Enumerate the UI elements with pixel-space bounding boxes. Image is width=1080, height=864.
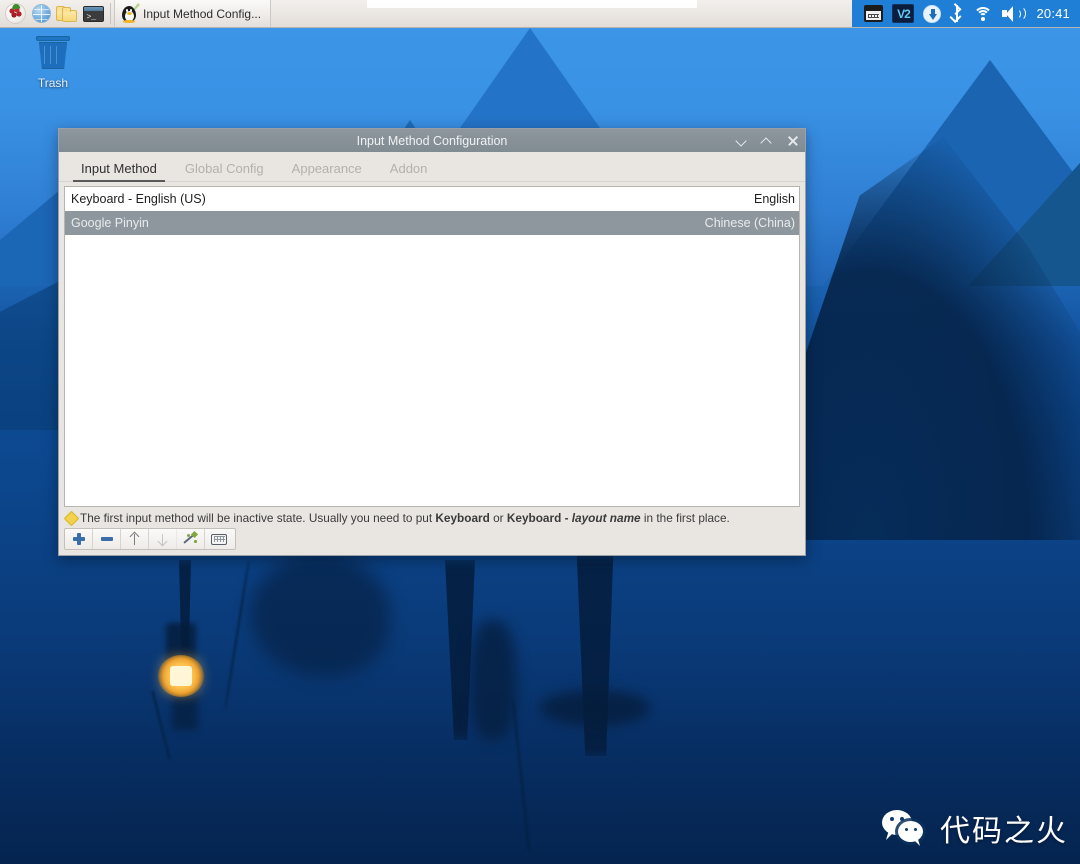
input-method-list[interactable]: Keyboard - English (US) English Google P… <box>64 186 800 507</box>
web-browser-launcher[interactable] <box>30 3 52 25</box>
globe-icon <box>32 4 51 23</box>
hint-row: The first input method will be inactive … <box>64 507 800 528</box>
hint-text: The first input method will be inactive … <box>80 511 730 525</box>
input-method-name: Google Pinyin <box>71 216 149 230</box>
water-reflection <box>470 620 516 740</box>
vnc-icon: V2 <box>892 4 914 23</box>
window-titlebar[interactable]: Input Method Configuration <box>59 129 805 152</box>
taskbar-window-button-label: Input Method Config... <box>143 7 261 21</box>
add-input-method-button[interactable] <box>65 529 93 549</box>
file-manager-launcher[interactable] <box>56 3 78 25</box>
input-method-language: Chinese (China) <box>705 216 795 230</box>
taskbar-separator <box>110 3 111 24</box>
close-button[interactable] <box>786 134 799 147</box>
download-icon <box>923 5 941 23</box>
hint-text-segment: layout name <box>572 511 641 525</box>
plus-icon <box>73 533 85 545</box>
window-title: Input Method Configuration <box>59 134 805 148</box>
chevron-up-icon <box>760 137 771 148</box>
keyboard-icon <box>211 534 227 545</box>
updater-tray-button[interactable] <box>923 5 941 23</box>
input-method-configuration-window: Input Method Configuration Input Method … <box>58 128 806 556</box>
clock[interactable]: 20:41 <box>1032 6 1070 21</box>
hint-text-segment: in the first place. <box>641 511 730 525</box>
arrow-down-icon <box>157 532 169 546</box>
wifi-icon <box>973 5 993 22</box>
calendar-keyboard-icon <box>864 5 883 22</box>
terminal-icon: >_ <box>83 6 104 22</box>
vnc-server-tray-button[interactable]: V2 <box>892 4 914 23</box>
folders-icon <box>56 5 78 23</box>
magic-wand-icon <box>183 532 198 546</box>
wifi-tray-button[interactable] <box>973 5 993 22</box>
volume-tray-button[interactable] <box>1002 5 1023 22</box>
desktop-icon-label: Trash <box>20 76 86 90</box>
input-method-name: Keyboard - English (US) <box>71 192 206 206</box>
system-tray: V2 20:41 <box>852 0 1080 27</box>
tab-input-method[interactable]: Input Method <box>67 158 171 181</box>
chevron-down-icon <box>735 135 746 146</box>
bluetooth-tray-button[interactable] <box>950 4 964 23</box>
taskbar-launchers: >_ <box>0 0 107 27</box>
minus-icon <box>101 537 113 541</box>
tab-appearance[interactable]: Appearance <box>278 158 376 181</box>
bluetooth-icon <box>950 4 964 23</box>
terminal-prompt-text: >_ <box>87 14 97 22</box>
onboard-keyboard-tray-button[interactable] <box>864 5 883 22</box>
tab-bar: Input Method Global Config Appearance Ad… <box>59 152 805 182</box>
taskbar-highlight-strip <box>367 0 697 8</box>
list-toolbar <box>64 528 236 550</box>
taskbar: >_ Input Method Config... V2 <box>0 0 1080 28</box>
tab-global-config[interactable]: Global Config <box>171 158 278 181</box>
taskbar-window-button-input-method-config[interactable]: Input Method Config... <box>114 0 271 27</box>
hint-text-segment: Keyboard - <box>507 511 572 525</box>
lantern-light <box>170 666 192 686</box>
list-item[interactable]: Google Pinyin Chinese (China) <box>65 211 799 235</box>
list-item[interactable]: Keyboard - English (US) English <box>65 187 799 211</box>
water-reflection <box>540 690 650 726</box>
water-reflection <box>250 556 390 676</box>
tab-addon[interactable]: Addon <box>376 158 442 181</box>
move-down-button <box>149 529 177 549</box>
minimize-button[interactable] <box>736 134 749 147</box>
hint-text-segment: Keyboard <box>435 511 489 525</box>
taskbar-empty-area[interactable] <box>271 0 852 27</box>
arrow-up-icon <box>129 532 141 546</box>
hint-text-segment: The first input method will be inactive … <box>80 511 435 525</box>
warning-diamond-icon <box>64 510 80 526</box>
desktop-icon-trash[interactable]: Trash <box>20 34 86 90</box>
window-controls <box>736 129 799 152</box>
dialog-body: Keyboard - English (US) English Google P… <box>59 182 805 555</box>
input-method-language: English <box>754 192 795 206</box>
remove-input-method-button[interactable] <box>93 529 121 549</box>
maximize-button[interactable] <box>761 134 774 147</box>
raspberry-menu-button[interactable] <box>4 3 26 25</box>
raspberry-icon <box>5 3 26 24</box>
tux-icon <box>121 4 138 23</box>
configure-input-method-button[interactable] <box>177 529 205 549</box>
terminal-launcher[interactable]: >_ <box>82 3 104 25</box>
trash-icon <box>34 34 72 72</box>
keyboard-layout-button[interactable] <box>205 529 233 549</box>
move-up-button[interactable] <box>121 529 149 549</box>
hint-text-segment: or <box>490 511 507 525</box>
speaker-icon <box>1002 5 1023 22</box>
